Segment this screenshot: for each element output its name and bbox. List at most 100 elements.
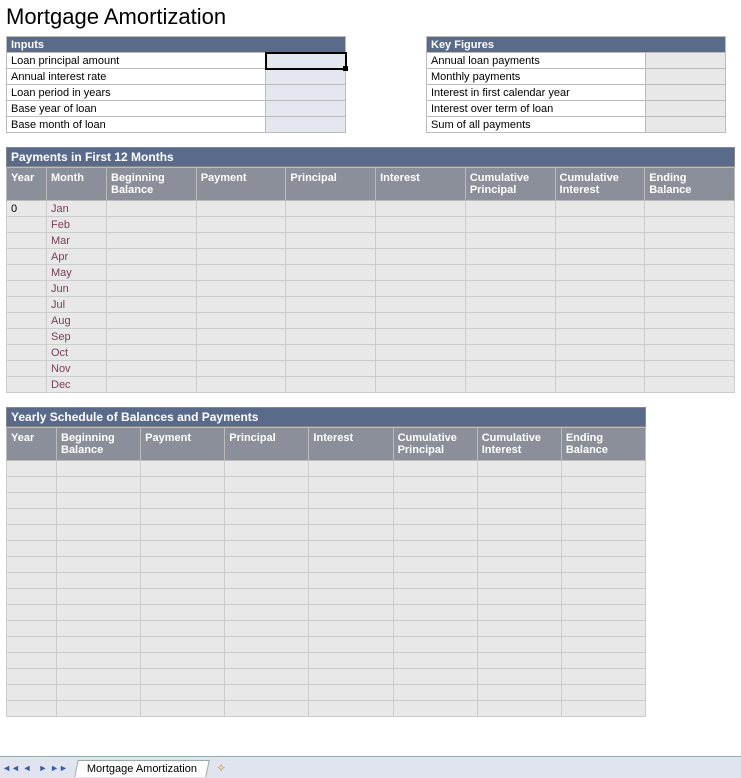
data-cell[interactable] <box>196 217 286 233</box>
data-cell[interactable] <box>645 361 735 377</box>
data-cell[interactable] <box>477 573 561 589</box>
data-cell[interactable] <box>555 233 645 249</box>
data-cell[interactable] <box>309 589 393 605</box>
data-cell[interactable] <box>309 653 393 669</box>
data-cell[interactable] <box>309 685 393 701</box>
data-cell[interactable] <box>286 249 376 265</box>
data-cell[interactable] <box>7 345 47 361</box>
data-cell[interactable] <box>57 493 141 509</box>
data-cell[interactable] <box>376 201 466 217</box>
data-cell[interactable] <box>107 265 197 281</box>
data-cell[interactable] <box>477 557 561 573</box>
data-cell[interactable] <box>477 605 561 621</box>
data-cell[interactable] <box>309 541 393 557</box>
data-cell[interactable] <box>555 281 645 297</box>
month-cell[interactable]: Jun <box>47 281 107 297</box>
nav-first-icon[interactable]: ◄◄ <box>4 761 18 775</box>
data-cell[interactable] <box>225 669 309 685</box>
nav-next-icon[interactable]: ► <box>36 761 50 775</box>
data-cell[interactable] <box>225 525 309 541</box>
data-cell[interactable] <box>57 541 141 557</box>
data-cell[interactable] <box>477 653 561 669</box>
nav-prev-icon[interactable]: ◄ <box>20 761 34 775</box>
data-cell[interactable] <box>477 669 561 685</box>
data-cell[interactable] <box>141 477 225 493</box>
data-cell[interactable] <box>393 653 477 669</box>
data-cell[interactable] <box>477 637 561 653</box>
data-cell[interactable] <box>286 265 376 281</box>
data-cell[interactable] <box>57 509 141 525</box>
data-cell[interactable] <box>7 525 57 541</box>
data-cell[interactable] <box>7 557 57 573</box>
data-cell[interactable] <box>7 297 47 313</box>
data-cell[interactable] <box>465 281 555 297</box>
data-cell[interactable] <box>107 361 197 377</box>
data-cell[interactable] <box>225 573 309 589</box>
data-cell[interactable] <box>561 573 645 589</box>
data-cell[interactable] <box>477 541 561 557</box>
data-cell[interactable] <box>477 525 561 541</box>
data-cell[interactable] <box>286 345 376 361</box>
data-cell[interactable] <box>465 217 555 233</box>
data-cell[interactable] <box>309 493 393 509</box>
data-cell[interactable] <box>393 605 477 621</box>
data-cell[interactable] <box>225 541 309 557</box>
data-cell[interactable] <box>465 377 555 393</box>
data-cell[interactable] <box>57 461 141 477</box>
data-cell[interactable] <box>477 477 561 493</box>
data-cell[interactable] <box>57 573 141 589</box>
data-cell[interactable] <box>393 621 477 637</box>
data-cell[interactable] <box>477 509 561 525</box>
data-cell[interactable] <box>7 509 57 525</box>
data-cell[interactable] <box>465 233 555 249</box>
data-cell[interactable] <box>196 345 286 361</box>
data-cell[interactable] <box>555 249 645 265</box>
data-cell[interactable] <box>376 345 466 361</box>
data-cell[interactable] <box>225 701 309 717</box>
data-cell[interactable] <box>477 461 561 477</box>
data-cell[interactable] <box>57 477 141 493</box>
data-cell[interactable] <box>465 345 555 361</box>
input-cell-loan-principal[interactable] <box>266 53 346 69</box>
data-cell[interactable] <box>645 249 735 265</box>
data-cell[interactable] <box>561 605 645 621</box>
data-cell[interactable] <box>561 685 645 701</box>
data-cell[interactable] <box>561 589 645 605</box>
data-cell[interactable]: 0 <box>7 201 47 217</box>
data-cell[interactable] <box>309 557 393 573</box>
data-cell[interactable] <box>555 345 645 361</box>
data-cell[interactable] <box>477 589 561 605</box>
data-cell[interactable] <box>7 329 47 345</box>
month-cell[interactable]: May <box>47 265 107 281</box>
data-cell[interactable] <box>561 669 645 685</box>
data-cell[interactable] <box>7 669 57 685</box>
data-cell[interactable] <box>309 573 393 589</box>
data-cell[interactable] <box>141 653 225 669</box>
data-cell[interactable] <box>225 653 309 669</box>
data-cell[interactable] <box>393 685 477 701</box>
data-cell[interactable] <box>561 701 645 717</box>
month-cell[interactable]: Sep <box>47 329 107 345</box>
data-cell[interactable] <box>7 685 57 701</box>
data-cell[interactable] <box>376 297 466 313</box>
data-cell[interactable] <box>393 669 477 685</box>
data-cell[interactable] <box>7 573 57 589</box>
data-cell[interactable] <box>393 573 477 589</box>
data-cell[interactable] <box>393 541 477 557</box>
data-cell[interactable] <box>465 297 555 313</box>
data-cell[interactable] <box>57 605 141 621</box>
data-cell[interactable] <box>7 653 57 669</box>
month-cell[interactable]: Oct <box>47 345 107 361</box>
sheet-tab[interactable]: Mortgage Amortization <box>74 760 210 777</box>
data-cell[interactable] <box>141 669 225 685</box>
data-cell[interactable] <box>561 477 645 493</box>
nav-last-icon[interactable]: ►► <box>52 761 66 775</box>
data-cell[interactable] <box>57 637 141 653</box>
data-cell[interactable] <box>141 525 225 541</box>
data-cell[interactable] <box>196 313 286 329</box>
data-cell[interactable] <box>465 361 555 377</box>
data-cell[interactable] <box>309 525 393 541</box>
data-cell[interactable] <box>286 361 376 377</box>
data-cell[interactable] <box>7 233 47 249</box>
data-cell[interactable] <box>309 509 393 525</box>
